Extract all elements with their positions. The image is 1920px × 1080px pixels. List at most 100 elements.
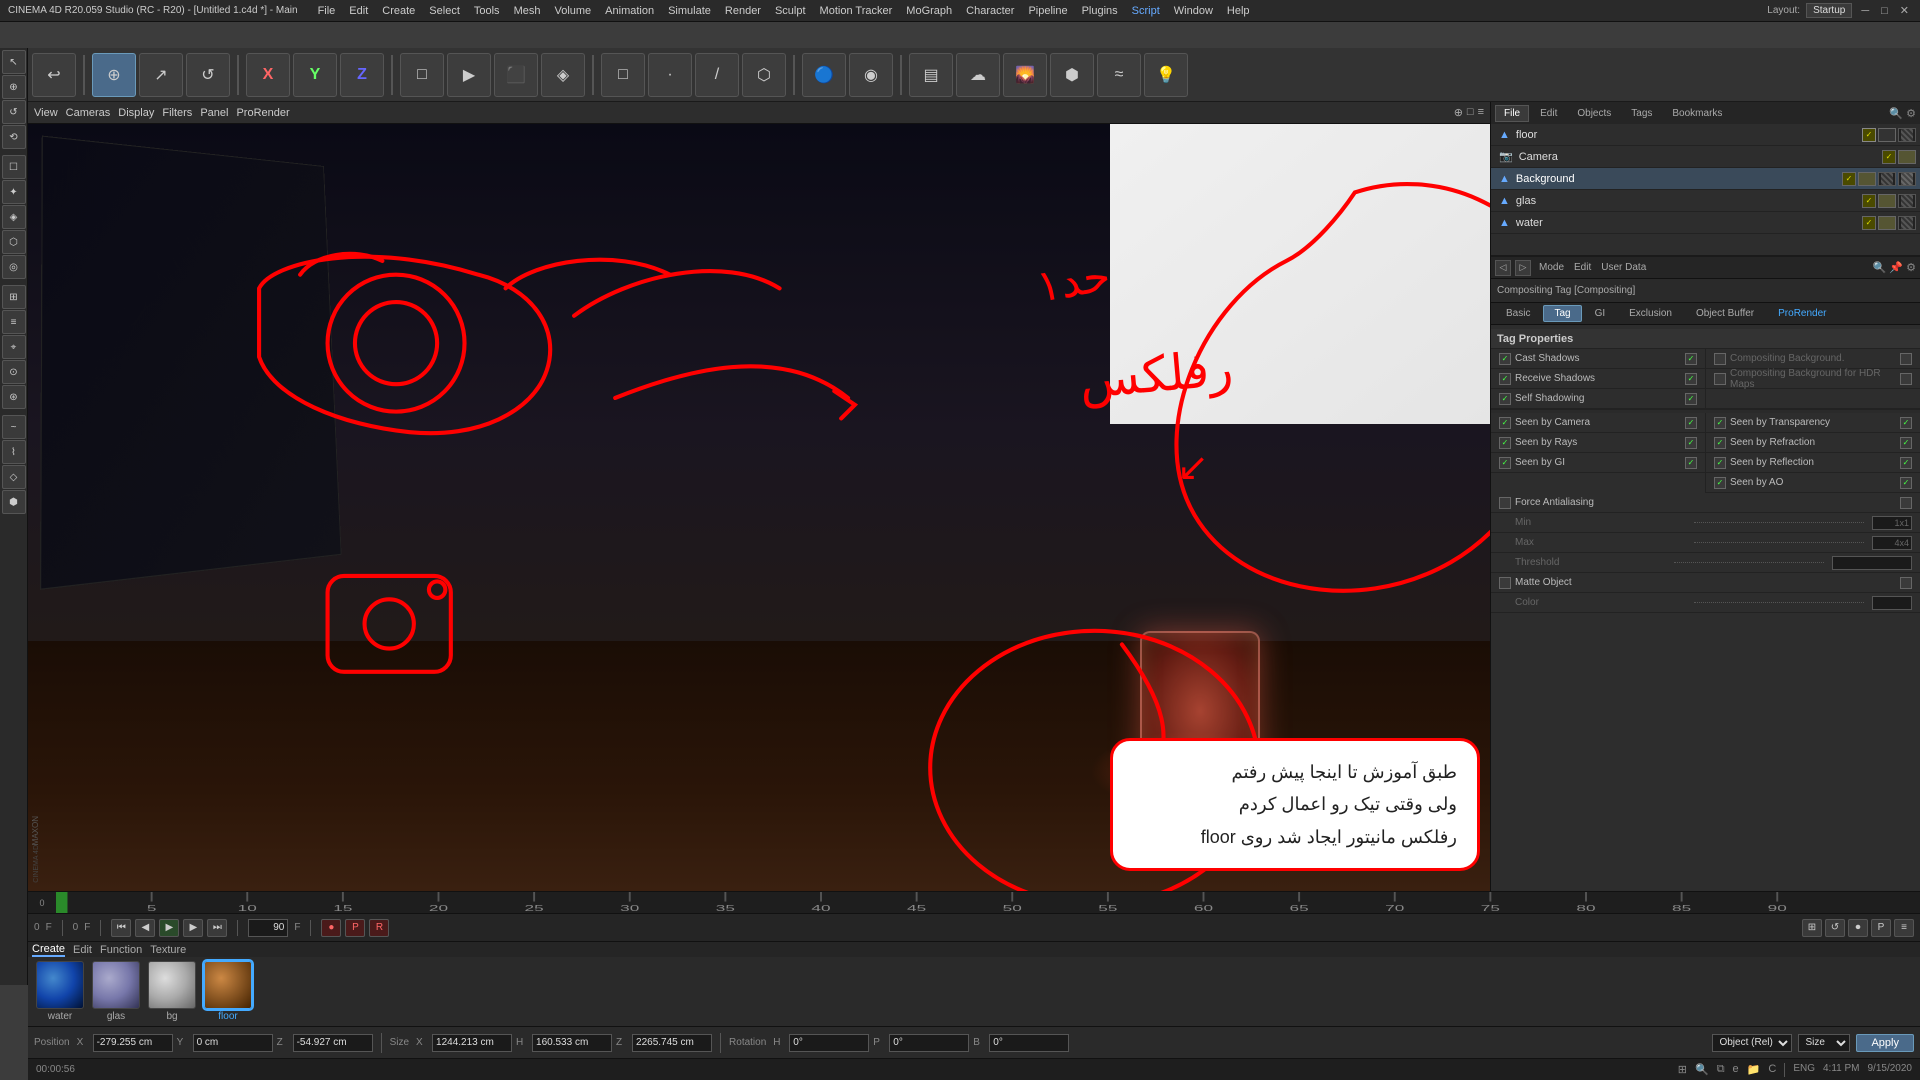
tb-point-mode[interactable]: · bbox=[648, 53, 692, 97]
mat-ball-water[interactable] bbox=[36, 961, 84, 1009]
seen-by-camera-check[interactable]: ✓ bbox=[1499, 417, 1511, 429]
vp-icon-layout[interactable]: □ bbox=[1467, 106, 1474, 119]
h-rot-input[interactable] bbox=[789, 1034, 869, 1052]
menu-volume[interactable]: Volume bbox=[554, 5, 591, 17]
force-aa-check-right[interactable] bbox=[1900, 497, 1912, 509]
pb-play[interactable]: ▶ bbox=[159, 919, 179, 937]
viewport[interactable]: View Cameras Display Filters Panel ProRe… bbox=[28, 102, 1490, 891]
glas-tag2[interactable] bbox=[1898, 194, 1916, 208]
taskbar-search[interactable]: 🔍 bbox=[1695, 1063, 1709, 1077]
y-pos-input[interactable] bbox=[193, 1034, 273, 1052]
menu-script[interactable]: Script bbox=[1132, 5, 1160, 17]
obj-search-icon[interactable]: 🔍 bbox=[1889, 107, 1903, 120]
seen-by-gi-check[interactable]: ✓ bbox=[1499, 457, 1511, 469]
compositing-bg-check[interactable] bbox=[1714, 353, 1726, 365]
bg-tag3[interactable] bbox=[1898, 172, 1916, 186]
obj-settings-icon[interactable]: ⚙ bbox=[1906, 107, 1916, 120]
menu-sculpt[interactable]: Sculpt bbox=[775, 5, 806, 17]
menu-plugins[interactable]: Plugins bbox=[1082, 5, 1118, 17]
z-size-input[interactable] bbox=[632, 1034, 712, 1052]
obj-tab-tags[interactable]: Tags bbox=[1622, 105, 1661, 122]
mat-tab-create[interactable]: Create bbox=[32, 943, 65, 957]
receive-shadows-check-right[interactable]: ✓ bbox=[1685, 373, 1697, 385]
glas-ctrl-vis[interactable]: ✓ bbox=[1862, 194, 1876, 208]
vp-display[interactable]: Display bbox=[118, 107, 154, 119]
pb-step-back[interactable]: ◀ bbox=[135, 919, 155, 937]
vp-filters[interactable]: Filters bbox=[162, 107, 192, 119]
tool-model[interactable]: ☐ bbox=[2, 155, 26, 179]
attr-tab-tag[interactable]: Tag bbox=[1543, 305, 1581, 322]
y-size-input[interactable] bbox=[532, 1034, 612, 1052]
timeline-ruler[interactable]: 5 10 15 20 25 30 35 40 45 bbox=[56, 892, 1892, 913]
color-swatch[interactable] bbox=[1872, 596, 1912, 610]
size-mode-dropdown[interactable]: Size Scale bbox=[1798, 1034, 1850, 1052]
tb-z-axis[interactable]: Z bbox=[340, 53, 384, 97]
obj-tab-bookmarks[interactable]: Bookmarks bbox=[1663, 105, 1731, 122]
menu-motion-tracker[interactable]: Motion Tracker bbox=[820, 5, 893, 17]
cast-shadows-check[interactable]: ✓ bbox=[1499, 353, 1511, 365]
tb-poly-mode[interactable]: ⬡ bbox=[742, 53, 786, 97]
tb-interactive-render[interactable]: ◈ bbox=[541, 53, 585, 97]
pb-btn-record-mode[interactable]: ⏺ bbox=[1848, 919, 1868, 937]
tb-object-mode[interactable]: □ bbox=[601, 53, 645, 97]
b-rot-input[interactable] bbox=[989, 1034, 1069, 1052]
p-rot-input[interactable] bbox=[889, 1034, 969, 1052]
floor-ctrl-vis[interactable]: ✓ bbox=[1862, 128, 1876, 142]
tb-solo[interactable]: ◉ bbox=[849, 53, 893, 97]
min-input[interactable] bbox=[1872, 516, 1912, 530]
self-shadowing-check-right[interactable]: ✓ bbox=[1685, 393, 1697, 405]
receive-shadows-check[interactable]: ✓ bbox=[1499, 373, 1511, 385]
tool-light[interactable]: ⊛ bbox=[2, 385, 26, 409]
layout-value[interactable]: Startup bbox=[1806, 3, 1852, 18]
window-minimize[interactable]: ─ bbox=[1858, 5, 1872, 17]
tool-camera[interactable]: ⊙ bbox=[2, 360, 26, 384]
tb-bg[interactable]: 🌄 bbox=[1003, 53, 1047, 97]
mat-tab-function[interactable]: Function bbox=[100, 944, 142, 956]
menu-file[interactable]: File bbox=[318, 5, 336, 17]
mat-tab-edit[interactable]: Edit bbox=[73, 944, 92, 956]
water-tag1[interactable] bbox=[1878, 216, 1896, 230]
water-tag2[interactable] bbox=[1898, 216, 1916, 230]
tool-rotate[interactable]: ⟲ bbox=[2, 125, 26, 149]
tool-sculpt2[interactable]: ⌇ bbox=[2, 440, 26, 464]
floor-ctrl-tag1[interactable] bbox=[1878, 128, 1896, 142]
attr-settings-icon[interactable]: ⚙ bbox=[1906, 261, 1916, 274]
tb-move[interactable]: ⊕ bbox=[92, 53, 136, 97]
seen-by-transparency-check[interactable]: ✓ bbox=[1714, 417, 1726, 429]
tb-snap[interactable]: 🔵 bbox=[802, 53, 846, 97]
tb-scale[interactable]: ↗ bbox=[139, 53, 183, 97]
pb-btn-timeline[interactable]: ⊞ bbox=[1802, 919, 1822, 937]
tool-select[interactable]: ↖ bbox=[2, 50, 26, 74]
attr-mode-edit[interactable]: Edit bbox=[1574, 262, 1591, 273]
tool-poly[interactable]: ◎ bbox=[2, 255, 26, 279]
tool-edge[interactable]: ◈ bbox=[2, 205, 26, 229]
mat-item-bg[interactable]: bg bbox=[148, 961, 196, 1022]
cast-shadows-check-right[interactable]: ✓ bbox=[1685, 353, 1697, 365]
menu-mesh[interactable]: Mesh bbox=[514, 5, 541, 17]
attr-tab-gi[interactable]: GI bbox=[1584, 305, 1617, 322]
attr-tab-prorender[interactable]: ProRender bbox=[1767, 305, 1837, 322]
attr-mode-userdata[interactable]: User Data bbox=[1601, 262, 1646, 273]
seen-by-refraction-check[interactable]: ✓ bbox=[1714, 437, 1726, 449]
tool-uv[interactable]: ✦ bbox=[2, 180, 26, 204]
window-close[interactable]: ✕ bbox=[1897, 4, 1912, 17]
tb-sky[interactable]: ☁ bbox=[956, 53, 1000, 97]
seen-by-rays-check-right[interactable]: ✓ bbox=[1685, 437, 1697, 449]
mat-item-floor[interactable]: floor bbox=[204, 961, 252, 1022]
camera-tag-icon[interactable] bbox=[1898, 150, 1916, 164]
mat-item-glas[interactable]: glas bbox=[92, 961, 140, 1022]
taskbar-taskview[interactable]: ⧉ bbox=[1717, 1063, 1725, 1077]
matte-object-check[interactable] bbox=[1499, 577, 1511, 589]
tb-render-region[interactable]: □ bbox=[400, 53, 444, 97]
taskbar-c4d[interactable]: C bbox=[1768, 1063, 1776, 1077]
obj-tab-file[interactable]: File bbox=[1495, 105, 1529, 122]
tb-undo[interactable]: ↩ bbox=[32, 53, 76, 97]
apply-button[interactable]: Apply bbox=[1856, 1034, 1914, 1052]
attr-pin-icon[interactable]: 📌 bbox=[1889, 261, 1903, 274]
force-aa-check[interactable] bbox=[1499, 497, 1511, 509]
tb-render-full[interactable]: ⬛ bbox=[494, 53, 538, 97]
obj-tab-edit[interactable]: Edit bbox=[1531, 105, 1566, 122]
mat-ball-glas[interactable] bbox=[92, 961, 140, 1009]
menu-mograph[interactable]: MoGraph bbox=[906, 5, 952, 17]
vp-icon-expand[interactable]: ⊕ bbox=[1454, 106, 1463, 119]
